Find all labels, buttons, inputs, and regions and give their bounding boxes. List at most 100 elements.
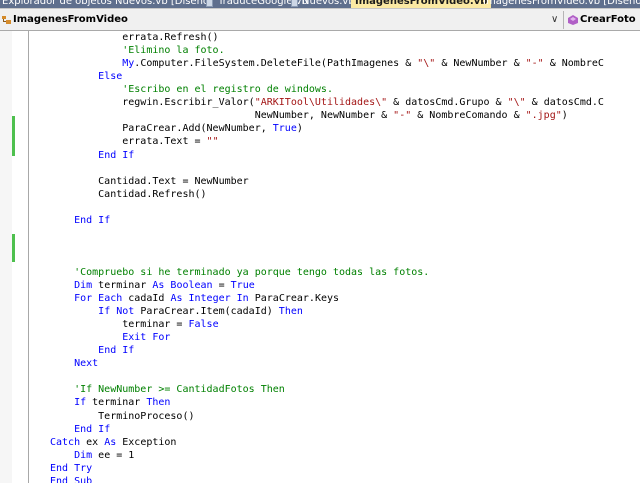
code-line[interactable]: End If (50, 214, 110, 227)
code-line[interactable]: errata.Text = "" (50, 135, 219, 148)
code-text: & NewNumber & (435, 58, 526, 70)
code-line[interactable]: If Not ParaCrear.Item(cadaId) Then (50, 305, 303, 318)
code-line[interactable]: If terminar Then (50, 396, 170, 409)
code-string: ".jpg" (525, 110, 562, 122)
code-keyword: Next (74, 358, 99, 370)
code-string: "-" (525, 58, 544, 70)
code-text: ex (80, 436, 105, 448)
code-text: Exception (116, 436, 177, 448)
tab-nuevos-diseno[interactable]: Nuevos.vb [Diseño] (115, 0, 213, 8)
code-text: ee = 1 (92, 449, 135, 461)
chevron-down-icon[interactable]: ∨ (551, 11, 558, 29)
code-text: terminar (86, 397, 147, 409)
code-line[interactable]: Dim terminar As Boolean = True (50, 279, 255, 292)
code-line[interactable]: terminar = False (50, 318, 219, 331)
code-line[interactable]: regwin.Escribir_Valor("ARKITool\Utilidad… (50, 96, 604, 109)
code-comment: 'Escribo en el registro de windows. (50, 84, 333, 96)
code-text: regwin.Escribir_Valor( (50, 97, 255, 109)
class-combo[interactable]: ImagenesFromVideo ∨ (0, 11, 560, 29)
code-string: "" (206, 136, 219, 148)
code-keyword: Else (98, 71, 123, 83)
code-keyword: End If (74, 423, 111, 435)
code-text: ) (561, 110, 568, 122)
code-comment: 'Elimino la foto. (50, 45, 225, 57)
code-editor[interactable]: errata.Refresh() 'Elimino la foto. My.Co… (0, 31, 640, 483)
changed-lines-marker (12, 234, 15, 262)
code-line[interactable]: NewNumber, NewNumber & "-" & NombreComan… (50, 109, 568, 122)
changed-lines-marker (12, 116, 15, 156)
code-line[interactable]: 'Escribo en el registro de windows. (50, 83, 333, 96)
code-line[interactable]: End If (50, 344, 134, 357)
document-tab-bar: Explorador de objetos Nuevos.vb [Diseño]… (0, 0, 640, 8)
code-comment: 'Compruebo si he terminado ya porque ten… (50, 266, 430, 278)
code-keyword: As (104, 436, 117, 448)
code-text: Cantidad.Refresh() (50, 188, 207, 200)
code-keyword: Catch (50, 436, 81, 448)
code-line[interactable]: Catch ex As Exception (50, 436, 176, 449)
code-line[interactable]: For Each cadaId As Integer In ParaCrear.… (50, 292, 339, 305)
code-line[interactable]: End If (50, 423, 110, 436)
code-text: ParaCrear.Item(cadaId) (134, 306, 279, 318)
tab-nuevos[interactable]: Nuevos.vb (302, 0, 355, 8)
code-keyword: If Not (98, 306, 135, 318)
code-keyword: Dim (74, 280, 93, 291)
tab-explorador-de-objetos[interactable]: Explorador de objetos (2, 0, 112, 8)
code-keyword: Then (146, 397, 171, 409)
class-combo-value: ImagenesFromVideo (13, 14, 128, 25)
code-line[interactable]: 'If NewNumber >= CantidadFotos Then (50, 383, 285, 396)
code-line[interactable]: End Sub (50, 475, 92, 483)
outline-fold-line (28, 31, 29, 483)
code-line[interactable]: 'Elimino la foto. (50, 44, 225, 57)
code-keyword: For Each (74, 293, 123, 304)
code-string: "-" (393, 110, 412, 122)
code-keyword: Then (278, 306, 303, 318)
code-text: ) (296, 123, 303, 135)
code-keyword: True (230, 280, 255, 291)
code-string: "ARKITool\Utilidades\" (254, 97, 388, 109)
code-line[interactable]: Exit For (50, 331, 170, 344)
code-text: .Computer.FileSystem.DeleteFile(PathImag… (134, 58, 418, 70)
code-line[interactable]: errata.Refresh() (50, 31, 218, 44)
code-line[interactable]: Else (50, 70, 122, 83)
code-line[interactable]: Cantidad.Text = NewNumber (50, 175, 249, 188)
code-text: = (212, 280, 231, 291)
code-text: errata.Text = (50, 136, 207, 148)
tab-imagenesfromvideo-active[interactable]: ImagenesFromVideo.vb (351, 0, 492, 8)
code-string: "\" (507, 97, 526, 109)
code-line[interactable]: TerminoProceso() (50, 410, 195, 423)
code-line[interactable]: End If (50, 149, 134, 162)
code-keyword: End If (98, 345, 135, 357)
code-keyword: Exit For (122, 332, 171, 344)
code-line[interactable]: End Try (50, 462, 92, 475)
code-line[interactable]: ParaCrear.Add(NewNumber, True) (50, 122, 303, 135)
code-keyword: As Boolean (152, 280, 213, 291)
tab-imagenesfromvideo-diseno[interactable]: ImagenesFromVideo.vb [Diseño] (483, 0, 640, 8)
code-keyword: As Integer In (170, 293, 249, 304)
code-line[interactable]: 'Compruebo si he terminado ya porque ten… (50, 266, 429, 279)
tab-close-icon[interactable] (291, 0, 298, 7)
code-keyword: End Sub (50, 475, 93, 483)
code-text: TerminoProceso() (50, 410, 195, 422)
code-text: ParaCrear.Add(NewNumber, (50, 123, 273, 135)
navigation-bar: ImagenesFromVideo ∨ CrearFoto (0, 8, 640, 31)
code-keyword: Dim (74, 449, 93, 461)
code-line[interactable]: My.Computer.FileSystem.DeleteFile(PathIm… (50, 57, 604, 70)
code-keyword: If (74, 397, 87, 409)
code-line[interactable]: Dim ee = 1 (50, 449, 134, 462)
indicator-margin (0, 31, 12, 483)
code-line[interactable]: Next (50, 357, 98, 370)
code-string: "\" (417, 58, 436, 70)
tab-close-icon[interactable] (206, 0, 213, 7)
code-line[interactable]: Cantidad.Refresh() (50, 188, 207, 201)
code-keyword: False (188, 319, 219, 331)
member-combo[interactable]: CrearFoto (563, 11, 640, 29)
